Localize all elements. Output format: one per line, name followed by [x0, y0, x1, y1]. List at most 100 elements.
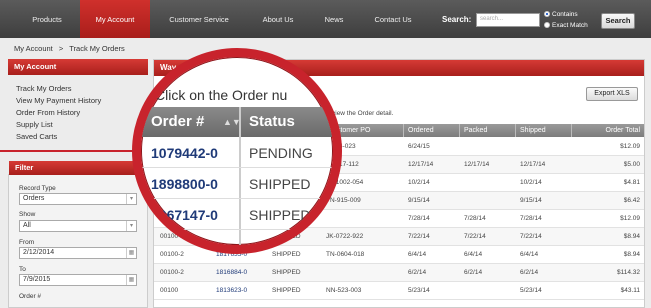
magnifier-status: PENDING — [249, 145, 313, 161]
show-value: All — [23, 222, 31, 229]
search-button[interactable]: Search — [601, 13, 635, 29]
table-row[interactable]: 00100 1813623-0 SHIPPED NN-523-003 5/23/14 5/… — [154, 282, 644, 300]
cell-acct: 00100 — [160, 287, 179, 294]
magnifier-status: SHIPPED — [249, 207, 311, 223]
radio-off-icon — [544, 22, 550, 29]
cell-total: $6.42 — [623, 197, 640, 204]
record-type-select[interactable]: Orders ▾ — [19, 193, 137, 205]
cell-total: $43.11 — [620, 287, 640, 294]
radio-exact[interactable]: Exact Match — [544, 22, 588, 29]
cell-ordered: 5/23/14 — [408, 287, 430, 294]
nav-about-us[interactable]: About Us — [250, 0, 306, 38]
breadcrumb-sep: > — [58, 44, 64, 53]
cell-ordered: 6/2/14 — [408, 269, 427, 276]
cell-ordered: 6/4/14 — [408, 251, 427, 258]
cell-packed: 6/4/14 — [464, 251, 483, 258]
calendar-icon[interactable]: ▦ — [126, 248, 136, 258]
calendar-icon[interactable]: ▦ — [126, 275, 136, 285]
from-date-field[interactable]: 2/12/2014 ▦ — [19, 247, 137, 259]
sidebar-item-track-orders[interactable]: Track My Orders — [16, 84, 72, 93]
cell-order[interactable]: 1816884-0 — [216, 264, 247, 282]
magnifier-status: SHIPPED — [249, 176, 311, 192]
nav-contact-us[interactable]: Contact Us — [364, 0, 422, 38]
filter-panel: Filter Record Type Orders ▾ Show All ▾ Fro… — [8, 161, 148, 308]
show-select[interactable]: All ▾ — [19, 220, 137, 232]
record-type-label: Record Type — [19, 185, 56, 192]
cell-shipped: 10/2/14 — [520, 179, 542, 186]
magnifier-header: Order # ▲▼ Status — [141, 107, 333, 137]
cell-status: SHIPPED — [272, 287, 301, 294]
magnifier-col-status: Status — [249, 113, 295, 130]
cell-shipped: 12/17/14 — [520, 161, 546, 168]
magnifier-order-number[interactable]: 1898800-0 — [151, 169, 218, 199]
cell-ordered: 6/24/15 — [408, 143, 430, 150]
cell-shipped: 5/23/14 — [520, 287, 542, 294]
cell-ordered: 7/22/14 — [408, 233, 430, 240]
cell-acct: 00100-2 — [160, 251, 184, 258]
sidebar-title: My Account — [8, 59, 148, 75]
cell-packed: 12/17/14 — [464, 161, 490, 168]
magnifier-title: Click on the Order nu — [155, 87, 288, 103]
cell-total: $4.81 — [623, 179, 640, 186]
to-value: 7/9/2015 — [23, 276, 51, 283]
search-label: Search: — [442, 15, 472, 24]
show-label: Show — [19, 211, 36, 218]
cell-status: SHIPPED — [272, 269, 301, 276]
radio-exact-label: Exact Match — [552, 22, 588, 29]
cell-shipped: 7/22/14 — [520, 233, 542, 240]
radio-contains[interactable]: Contains — [544, 11, 578, 18]
cell-total: $5.00 — [623, 161, 640, 168]
cell-ordered: 7/28/14 — [408, 215, 430, 222]
from-value: 2/12/2014 — [23, 249, 55, 256]
cell-total: $8.94 — [623, 251, 640, 258]
sidebar-item-saved-carts[interactable]: Saved Carts — [16, 132, 57, 141]
order-number-label: Order # — [19, 293, 42, 300]
magnifier-row: 1079442-0 PENDING — [141, 138, 333, 168]
nav-news[interactable]: News — [316, 0, 352, 38]
sidebar-item-payment-history[interactable]: View My Payment History — [16, 96, 101, 105]
magnifier-row: 1067147-0 SHIPPED — [141, 200, 333, 230]
col-order-total[interactable]: Order Total — [572, 124, 644, 137]
app-root: Products My Account Customer Service Abo… — [0, 0, 651, 308]
chevron-down-icon: ▾ — [126, 221, 136, 231]
filter-title: Filter — [9, 161, 147, 175]
col-shipped[interactable]: Shipped — [516, 124, 572, 137]
search-input[interactable]: search... — [476, 13, 540, 27]
radio-contains-label: Contains — [552, 11, 578, 18]
cell-total: $12.09 — [620, 143, 640, 150]
from-label: From — [19, 239, 35, 246]
nav-my-account[interactable]: My Account — [80, 0, 150, 38]
col-packed[interactable]: Packed — [460, 124, 516, 137]
radio-on-icon — [544, 11, 550, 18]
nav-customer-service[interactable]: Customer Service — [156, 0, 242, 38]
cell-packed: 7/22/14 — [464, 233, 486, 240]
sidebar-item-supply-list[interactable]: Supply List — [16, 120, 53, 129]
breadcrumb: My Account > Track My Orders — [14, 44, 129, 53]
cell-total: $12.09 — [620, 215, 640, 222]
table-row[interactable]: 00100-2 1816884-0 SHIPPED 6/2/14 6/2/14 6/2/1… — [154, 264, 644, 282]
cell-ordered: 12/17/14 — [408, 161, 434, 168]
to-date-field[interactable]: 7/9/2015 ▦ — [19, 274, 137, 286]
export-xls-button[interactable]: Export XLS — [586, 87, 638, 101]
cell-packed: 6/2/14 — [464, 269, 483, 276]
cell-status: SHIPPED — [272, 251, 301, 258]
breadcrumb-root[interactable]: My Account — [14, 44, 53, 53]
record-type-value: Orders — [23, 195, 45, 202]
nav-products[interactable]: Products — [18, 0, 76, 38]
col-ordered[interactable]: Ordered — [404, 124, 460, 137]
sidebar-item-order-history[interactable]: Order From History — [16, 108, 80, 117]
to-label: To — [19, 266, 26, 273]
cell-acct: 00100-2 — [160, 269, 184, 276]
cell-shipped: 6/4/14 — [520, 251, 539, 258]
magnifier-order-number[interactable]: 1079442-0 — [151, 138, 218, 168]
cell-shipped: 6/2/14 — [520, 269, 539, 276]
top-nav: Products My Account Customer Service Abo… — [0, 0, 651, 38]
cell-total: $8.94 — [623, 233, 640, 240]
orders-hint: view the Order detail. — [332, 110, 394, 117]
magnifier-order-number[interactable]: 1067147-0 — [151, 200, 218, 230]
magnifier-callout: Click on the Order nu Order # ▲▼ Status … — [132, 48, 342, 254]
magnifier-row: 1898800-0 SHIPPED — [141, 169, 333, 199]
cell-order[interactable]: 1813623-0 — [216, 282, 247, 300]
cell-po: TN-0604-018 — [326, 251, 365, 258]
cell-total: $114.32 — [616, 269, 640, 276]
